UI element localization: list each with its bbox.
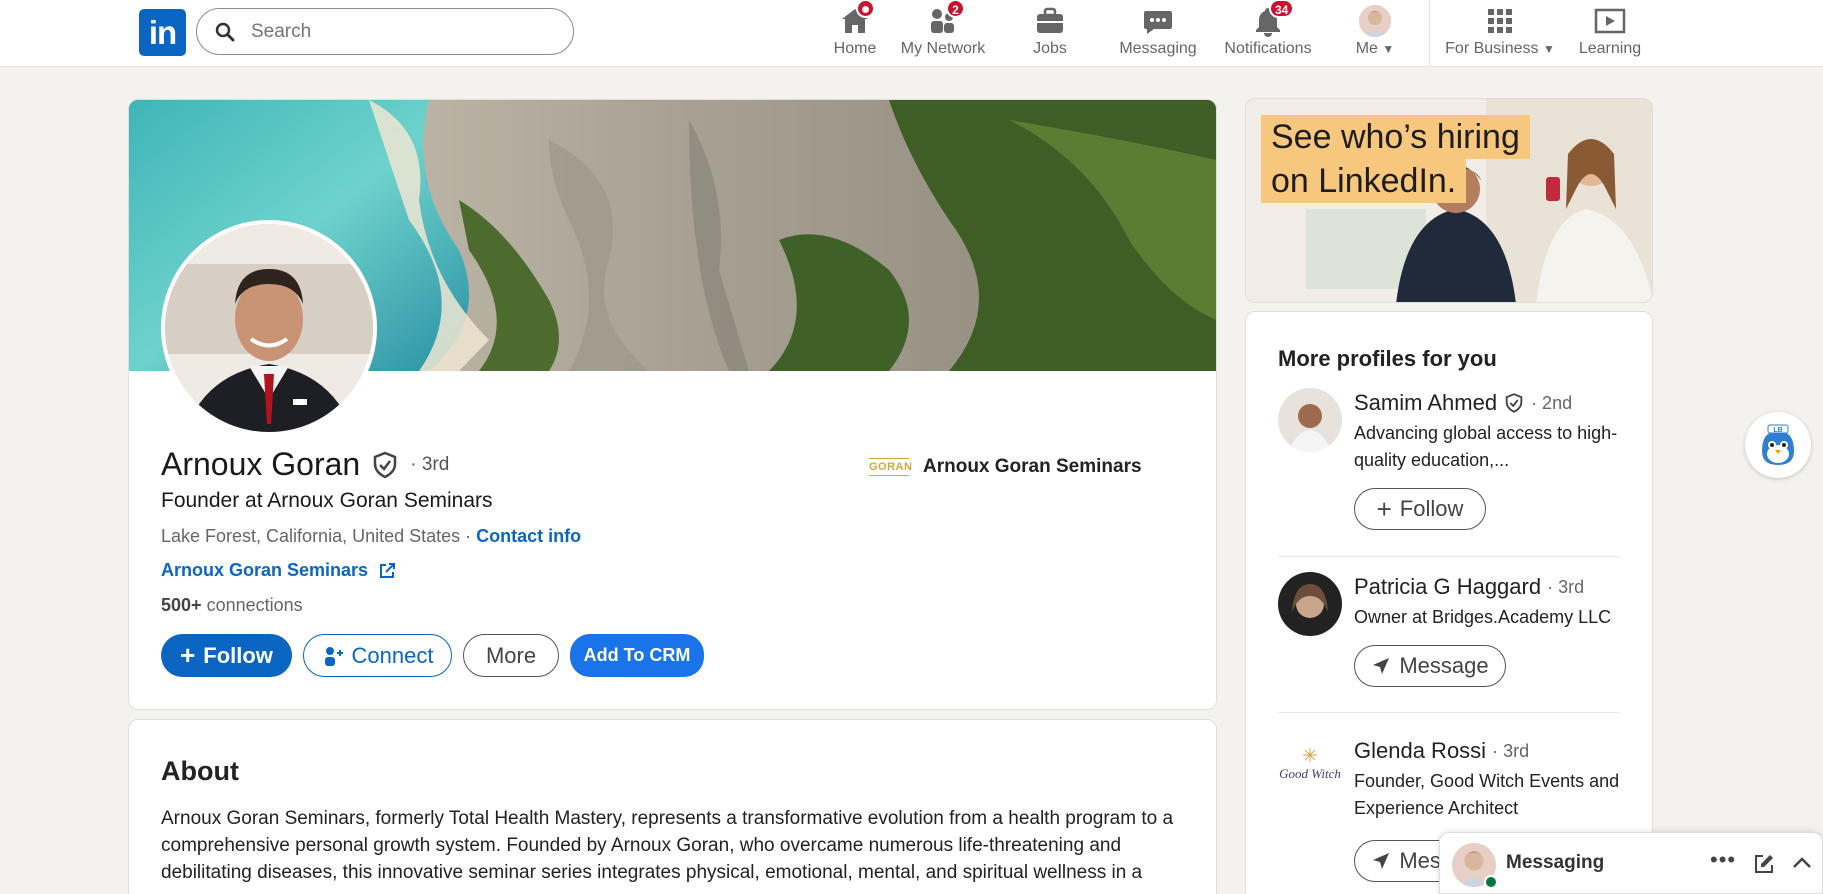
bird-mascot-icon: LB bbox=[1762, 424, 1794, 465]
avatar[interactable] bbox=[1278, 572, 1342, 636]
connect-button[interactable]: Connect bbox=[303, 634, 452, 677]
profile-suggestion: Samim Ahmed · 2nd Advancing global acces… bbox=[1278, 388, 1620, 538]
profile-name-row: Arnoux Goran · 3rd bbox=[161, 446, 449, 483]
nav-jobs[interactable]: Jobs bbox=[1010, 0, 1090, 66]
search-icon bbox=[215, 22, 235, 41]
suggestion-headline: Advancing global access to high-quality … bbox=[1354, 423, 1618, 470]
avatar[interactable] bbox=[1278, 388, 1342, 452]
plus-icon: + bbox=[1376, 493, 1392, 524]
message-button[interactable]: Message bbox=[1354, 645, 1506, 687]
chevron-down-icon: ▼ bbox=[1542, 42, 1555, 56]
chevron-down-icon: ▼ bbox=[1382, 42, 1395, 56]
follow-button[interactable]: + Follow bbox=[161, 634, 292, 677]
more-button[interactable]: More bbox=[463, 634, 559, 677]
profile-suggestion: Patricia G Haggard · 3rd Owner at Bridge… bbox=[1278, 572, 1620, 702]
more-profiles-card: More profiles for you Samim Ahmed · 2nd … bbox=[1245, 311, 1653, 894]
hiring-ad[interactable]: See who’s hiring on LinkedIn. bbox=[1245, 98, 1653, 303]
messaging-label: Messaging bbox=[1506, 852, 1605, 873]
grid-icon bbox=[1484, 5, 1516, 37]
nav-for-business[interactable]: For Business ▼ bbox=[1440, 0, 1560, 66]
online-status-dot bbox=[1484, 875, 1498, 889]
suggestion-name-row[interactable]: Samim Ahmed · 2nd bbox=[1354, 390, 1572, 416]
nav-learning-label: Learning bbox=[1578, 40, 1642, 57]
more-options-icon[interactable]: ••• bbox=[1710, 847, 1736, 873]
profile-photo[interactable] bbox=[161, 220, 377, 436]
nav-home-label: Home bbox=[833, 40, 877, 57]
nav-for-business-label: For Business ▼ bbox=[1445, 40, 1555, 57]
compose-icon[interactable] bbox=[1753, 853, 1775, 875]
nav-home[interactable]: Home bbox=[810, 0, 900, 66]
messaging-dock[interactable]: Messaging ••• bbox=[1439, 832, 1823, 894]
nav-divider bbox=[1429, 0, 1430, 66]
contact-info-link[interactable]: Contact info bbox=[476, 526, 581, 546]
nav-me-label: Me ▼ bbox=[1355, 40, 1395, 57]
lb-label: LB bbox=[1773, 427, 1782, 434]
profile-location-row: Lake Forest, California, United States ·… bbox=[161, 526, 581, 547]
suggestion-name-row[interactable]: Patricia G Haggard · 3rd bbox=[1354, 574, 1584, 600]
send-icon bbox=[1373, 853, 1390, 869]
avatar[interactable]: Good Witch bbox=[1278, 736, 1342, 800]
home-icon bbox=[839, 0, 875, 37]
divider bbox=[1278, 712, 1620, 713]
suggestion-name-row[interactable]: Glenda Rossi · 3rd bbox=[1354, 738, 1529, 764]
verified-shield-icon bbox=[1505, 393, 1523, 413]
external-link-icon bbox=[380, 562, 396, 578]
bell-icon: 34 bbox=[1252, 0, 1295, 37]
send-icon bbox=[1373, 658, 1390, 674]
nav-my-network-label: My Network bbox=[900, 40, 986, 57]
suggestion-headline: Owner at Bridges.Academy LLC bbox=[1354, 607, 1612, 627]
more-profiles-heading: More profiles for you bbox=[1278, 346, 1497, 371]
nav-messaging[interactable]: Messaging bbox=[1113, 0, 1203, 66]
profile-website-link[interactable]: Arnoux Goran Seminars bbox=[161, 560, 396, 581]
profile-card: Arnoux Goran · 3rd Founder at Arnoux Gor… bbox=[128, 99, 1217, 710]
profile-name: Arnoux Goran bbox=[161, 446, 361, 482]
company-name: Arnoux Goran Seminars bbox=[923, 456, 1142, 477]
nav-notifications[interactable]: 34 Notifications bbox=[1218, 0, 1318, 66]
follow-button[interactable]: + Follow bbox=[1354, 488, 1486, 530]
network-icon: 2 bbox=[927, 0, 965, 37]
briefcase-icon bbox=[1034, 5, 1066, 37]
chevron-up-icon[interactable] bbox=[1792, 855, 1812, 869]
notifications-badge: 34 bbox=[1269, 0, 1295, 18]
nav-learning[interactable]: Learning bbox=[1568, 0, 1652, 66]
about-text: Arnoux Goran Seminars, formerly Total He… bbox=[161, 808, 1174, 883]
profile-location: Lake Forest, California, United States · bbox=[161, 526, 472, 546]
connections-count[interactable]: 500+ connections bbox=[161, 595, 303, 616]
divider bbox=[1278, 556, 1620, 557]
learning-icon bbox=[1594, 5, 1626, 37]
plus-icon: + bbox=[180, 640, 196, 670]
nav-my-network[interactable]: 2 My Network bbox=[893, 0, 993, 66]
add-to-crm-button[interactable]: Add To CRM bbox=[570, 634, 704, 677]
connection-degree: · 3rd bbox=[410, 453, 450, 475]
messaging-icon bbox=[1142, 5, 1174, 37]
about-heading: About bbox=[161, 756, 239, 786]
nav-me[interactable]: Me ▼ bbox=[1335, 0, 1415, 66]
nav-messaging-label: Messaging bbox=[1119, 40, 1197, 57]
search-bar[interactable] bbox=[196, 8, 574, 55]
verified-shield-icon bbox=[373, 451, 397, 478]
extension-float-button[interactable]: LB bbox=[1745, 412, 1811, 478]
suggestion-headline: Founder, Good Witch Events and Experienc… bbox=[1354, 771, 1620, 818]
nav-notifications-label: Notifications bbox=[1224, 40, 1312, 57]
add-person-icon bbox=[324, 646, 343, 666]
home-badge bbox=[856, 0, 875, 18]
website-label: Arnoux Goran Seminars bbox=[161, 560, 369, 580]
linkedin-logo[interactable]: in bbox=[139, 9, 186, 56]
svg-text:Good Witch: Good Witch bbox=[1279, 766, 1341, 781]
network-badge: 2 bbox=[946, 0, 965, 18]
top-nav: in Home 2 My Network Jobs Messaging 3 bbox=[0, 0, 1823, 67]
search-input[interactable] bbox=[251, 20, 551, 43]
about-card: About Arnoux Goran Seminars, formerly To… bbox=[128, 719, 1217, 894]
ad-headline: See who’s hiring on LinkedIn. bbox=[1261, 115, 1530, 203]
nav-jobs-label: Jobs bbox=[1033, 40, 1067, 57]
current-company[interactable]: GORAN Arnoux Goran Seminars bbox=[869, 456, 1142, 478]
me-avatar bbox=[1359, 5, 1391, 37]
company-logo: GORAN bbox=[869, 458, 912, 476]
profile-headline: Founder at Arnoux Goran Seminars bbox=[161, 489, 493, 512]
